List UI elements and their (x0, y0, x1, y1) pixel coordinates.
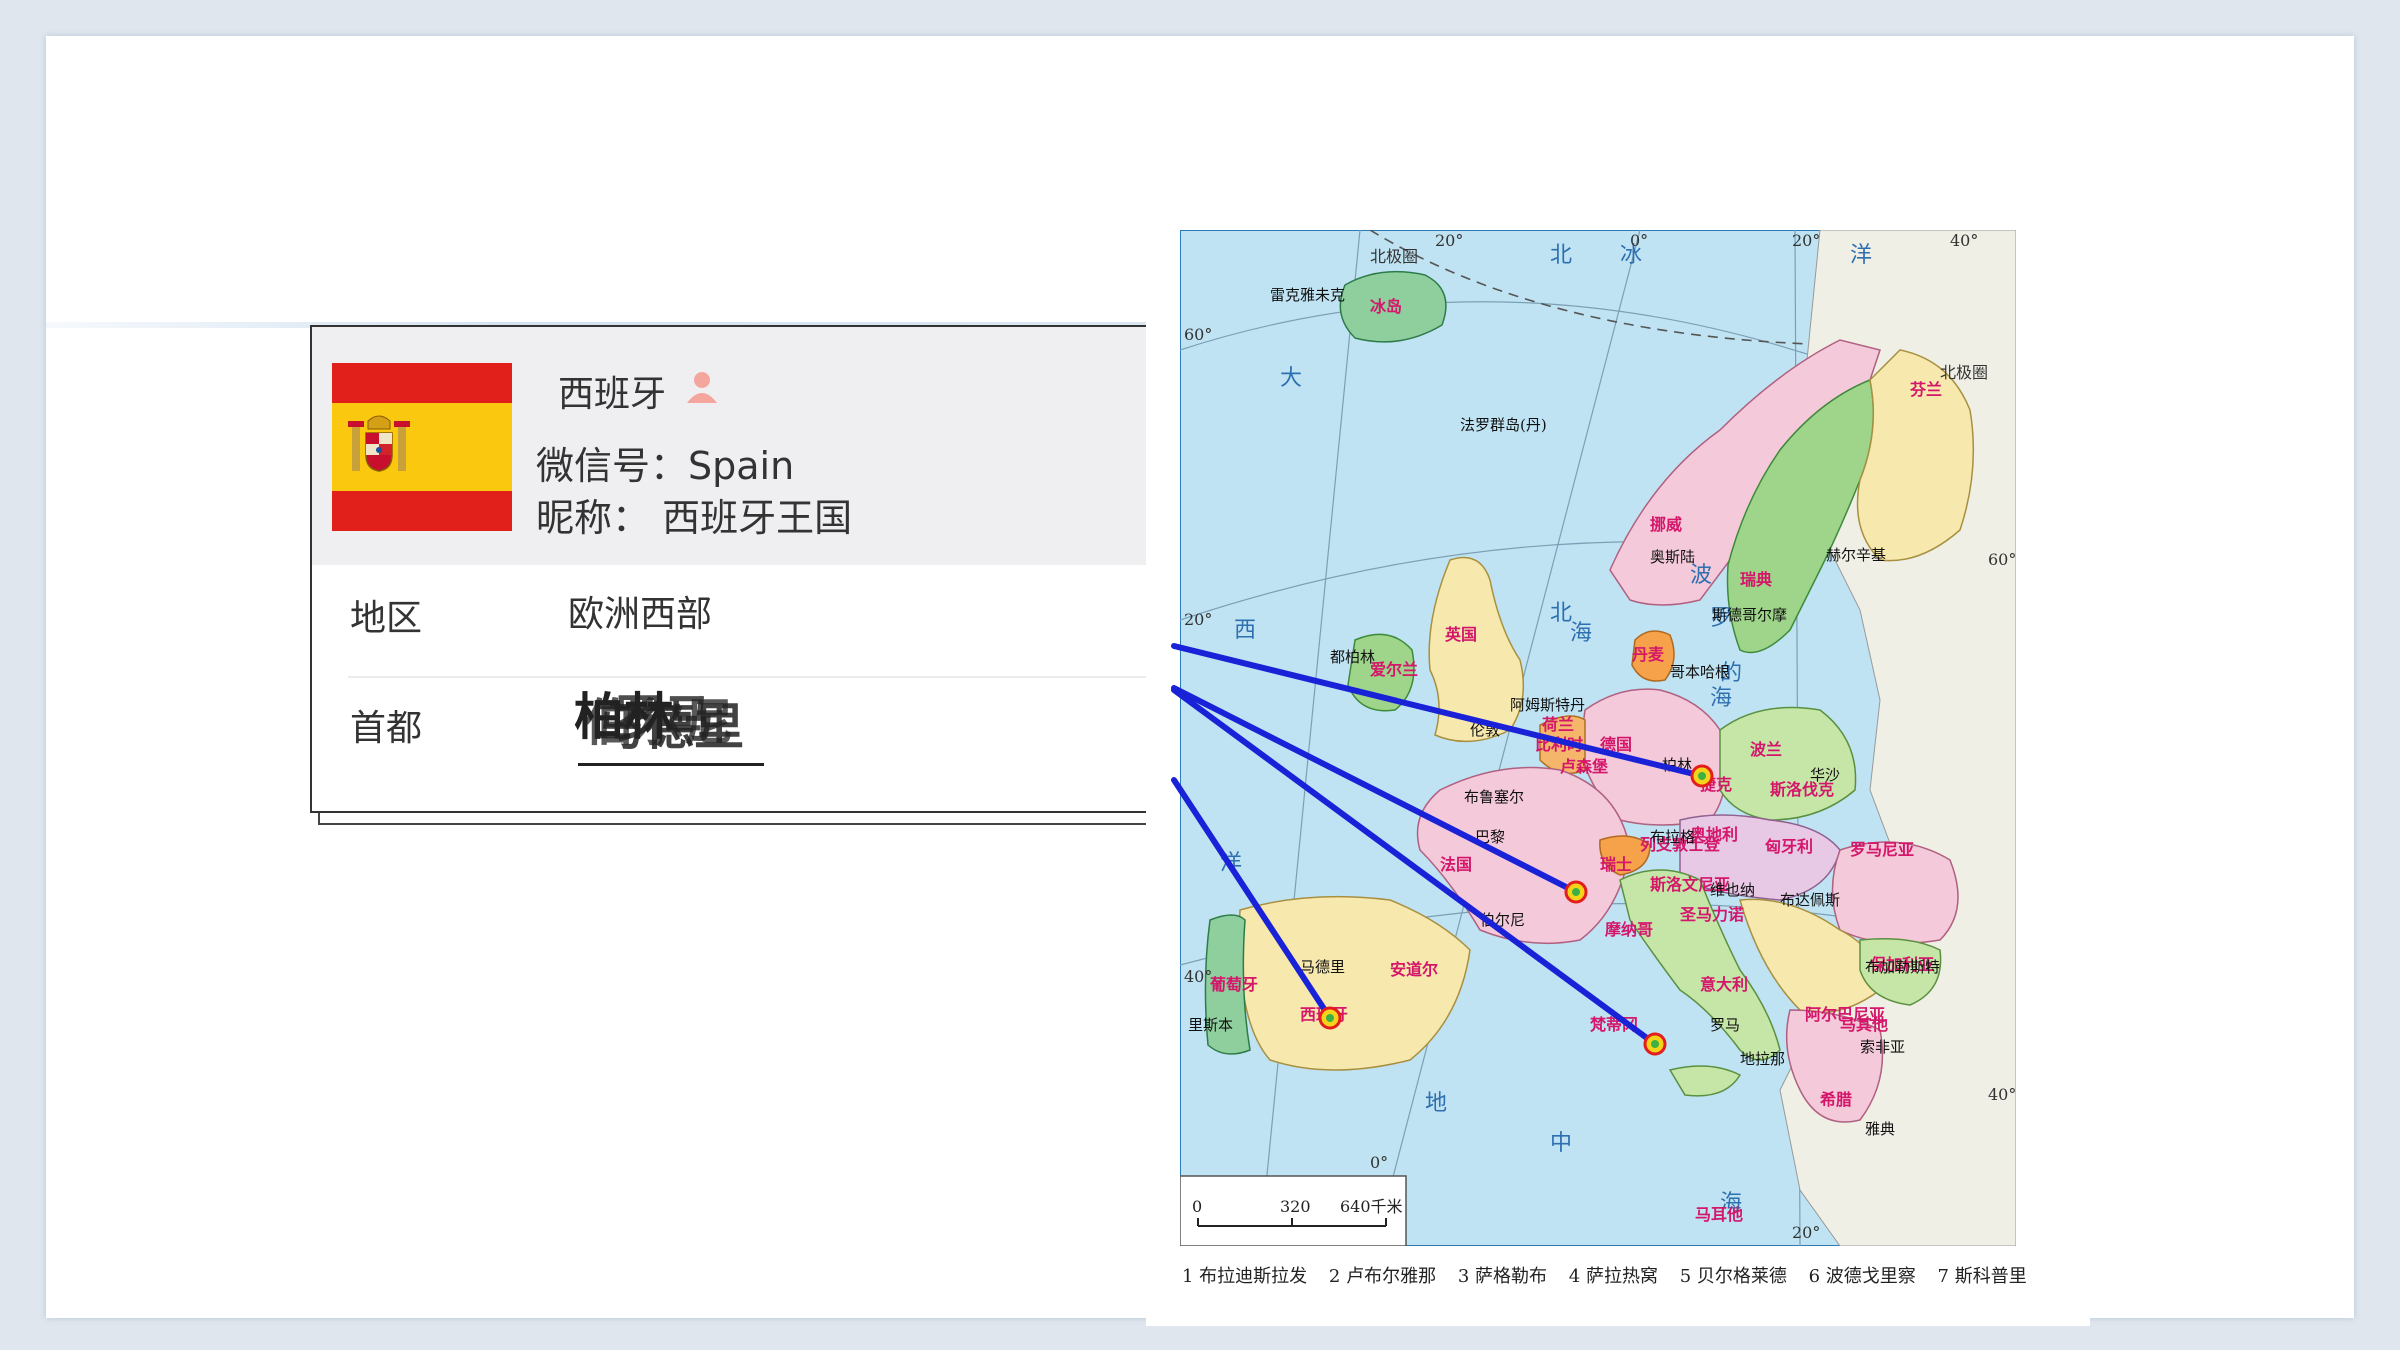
legend-item: 5 贝尔格莱德 (1679, 1266, 1787, 1287)
connector-bern (1171, 685, 1579, 895)
capital-marker-dot (1698, 772, 1706, 780)
connector-layer (1171, 643, 1714, 1056)
connector-berlin (1171, 643, 1705, 779)
legend-item: 3 萨格勒布 (1457, 1266, 1548, 1287)
capital-marker-dot (1572, 888, 1580, 896)
connector-lines (1171, 643, 1705, 1047)
capital-marker-dot (1326, 1014, 1334, 1022)
map-legend: 1 布拉迪斯拉发 2 卢布尔雅那 3 萨格勒布 4 萨拉热窝 5 贝尔格莱德 6… (1182, 1262, 2072, 1288)
connector-madrid (1171, 777, 1333, 1021)
legend-item: 1 布拉迪斯拉发 (1182, 1266, 1308, 1287)
legend-item: 4 萨拉热窝 (1568, 1266, 1658, 1287)
legend-item: 6 波德戈里察 (1808, 1266, 1916, 1287)
legend-item: 7 斯科普里 (1937, 1266, 2027, 1287)
legend-item: 2 卢布尔雅那 (1328, 1266, 1437, 1287)
connector-rome (1171, 687, 1658, 1047)
capital-marker-dot (1651, 1040, 1659, 1048)
